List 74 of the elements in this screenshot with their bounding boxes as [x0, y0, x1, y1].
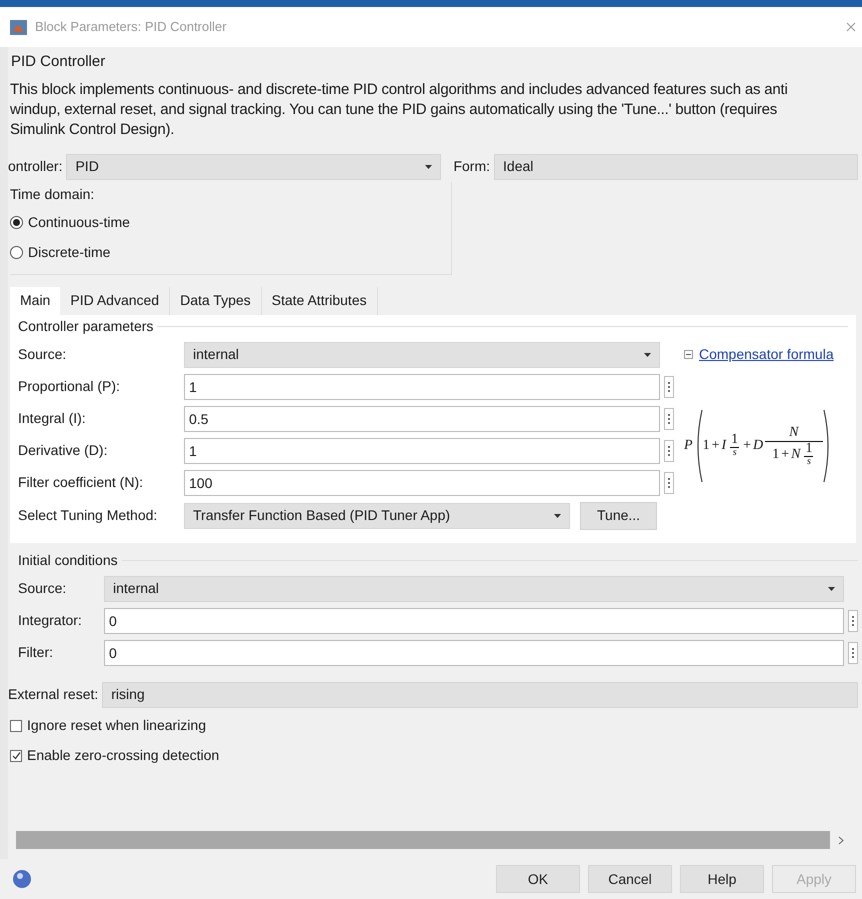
dropdown[interactable]: Ideal [494, 154, 858, 180]
caret-icon [828, 586, 835, 590]
field-label: Derivative (D): [18, 441, 108, 460]
more-options-icon[interactable] [664, 440, 674, 462]
compensator-formula-link[interactable]: Compensator formula [699, 344, 834, 365]
field-label: Source: [18, 345, 68, 364]
field-label: Integrator: [18, 611, 83, 630]
checkbox-label: Enable zero-crossing detection [27, 746, 220, 765]
description: This block implements continuous- and discrete-time PID control algorithms and includes advanced features such as anti windup, external reset, and signal tracking. You can tune the PID gains automatically using the 'Tune...' button (requires Simulink Control Design). [10, 80, 789, 140]
input-field[interactable]: 100 [184, 470, 660, 496]
scroll-right-icon[interactable] [838, 836, 844, 844]
dialog-button[interactable]: Cancel [588, 865, 672, 893]
caret-icon [425, 164, 432, 168]
dropdown[interactable]: rising [102, 682, 858, 708]
group-title: Controller parameters [18, 317, 154, 336]
collapse-icon[interactable] [684, 350, 693, 359]
dropdown[interactable]: PID [66, 154, 442, 180]
formula-text: 1 [730, 433, 740, 448]
formula-text: I [721, 437, 726, 455]
formula-text: N [765, 424, 823, 442]
formula-text: + [781, 446, 790, 464]
checkbox[interactable] [10, 750, 22, 762]
formula-text: s [732, 448, 737, 458]
field-label: Filter: [18, 643, 54, 662]
checkbox[interactable] [10, 720, 22, 732]
input-field[interactable]: 0 [104, 640, 844, 666]
radio-button[interactable] [10, 246, 23, 259]
dropdown[interactable]: internal [104, 576, 844, 602]
horizontal-scrollbar-thumb[interactable] [16, 831, 830, 849]
more-options-icon[interactable] [664, 408, 674, 430]
formula-text: s [807, 457, 811, 468]
radio-label: Discrete-time [28, 243, 110, 262]
formula-text: D [753, 437, 764, 455]
tune-button[interactable]: Tune... [580, 502, 658, 530]
field-label: External reset: [8, 685, 98, 704]
field-label: ontroller: [8, 157, 62, 176]
field-label: Proportional (P): [18, 377, 121, 396]
input-field[interactable]: 0.5 [184, 406, 660, 432]
formula-text: 1 [804, 442, 814, 458]
dialog-button[interactable]: OK [496, 865, 580, 893]
radio-label: Continuous-time [28, 213, 130, 232]
help-icon[interactable] [12, 869, 32, 889]
formula-text: + [712, 437, 720, 455]
dropdown[interactable]: Transfer Function Based (PID Tuner App) [184, 502, 570, 528]
more-options-icon[interactable] [664, 472, 674, 494]
checkbox-label: Ignore reset when linearizing [27, 716, 206, 735]
formula-text: 1 [702, 437, 710, 455]
dropdown[interactable]: internal [184, 342, 660, 368]
block-name: PID Controller [11, 53, 106, 70]
field-label: Filter coefficient (N): [18, 473, 144, 492]
formula-text: P [684, 437, 693, 455]
caret-icon [554, 514, 561, 518]
tab[interactable]: Main [10, 286, 60, 314]
input-field[interactable]: 0 [104, 608, 844, 634]
input-field[interactable]: 1 [184, 438, 660, 464]
field-label: Integral (I): [18, 409, 87, 428]
more-options-icon[interactable] [664, 376, 674, 398]
caret-icon [644, 352, 651, 356]
input-field[interactable]: 1 [184, 374, 660, 400]
field-label: Form: [453, 157, 490, 176]
more-options-icon[interactable] [848, 610, 858, 632]
radio-button[interactable] [10, 216, 23, 229]
field-label: Select Tuning Method: [18, 506, 158, 525]
field-label: Source: [18, 579, 68, 598]
formula-text: + [743, 437, 752, 455]
group-title: Initial conditions [18, 551, 118, 570]
app-icon [10, 20, 27, 34]
group-title: Time domain: [10, 185, 96, 204]
formula-text: N [791, 446, 800, 464]
formula-text: 1 [772, 446, 780, 464]
close-icon[interactable] [846, 22, 856, 32]
dialog-button[interactable]: Help [680, 865, 764, 893]
window-title: Block Parameters: PID Controller [35, 18, 228, 36]
more-options-icon[interactable] [848, 642, 858, 664]
